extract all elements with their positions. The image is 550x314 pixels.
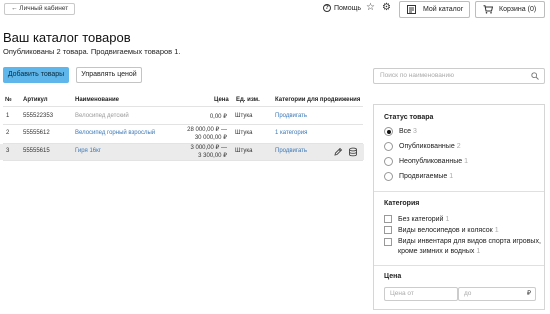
row-unit: Штука <box>235 130 253 136</box>
table-row[interactable]: 2 55555612 Велосипед горный взрослый 28 … <box>0 125 364 143</box>
catalog-icon <box>407 5 416 14</box>
row-name-link[interactable]: Гиря 16кг <box>75 148 101 154</box>
status-option-label: Опубликованные <box>399 143 455 150</box>
price-to-input[interactable]: до ₽ <box>458 287 536 301</box>
help-label: Помощь <box>334 4 362 12</box>
price-to-placeholder: до <box>464 290 472 297</box>
my-catalog-button[interactable]: Мой каталог <box>399 1 470 18</box>
status-option-unpublished[interactable]: Неопубликованные 1 <box>384 157 468 166</box>
category-option[interactable]: Без категорий 1 <box>384 215 449 223</box>
cart-label: Корзина (0) <box>499 6 537 13</box>
search-icon[interactable] <box>531 72 539 80</box>
column-header-name: Наименование <box>75 97 120 103</box>
search-input[interactable]: Поиск по наименованию <box>373 68 545 84</box>
status-option-all[interactable]: Все 3 <box>384 127 417 136</box>
category-option-count: 1 <box>476 248 481 255</box>
row-article: 55555612 <box>23 130 50 136</box>
add-products-button[interactable]: Добавить товары <box>3 67 69 83</box>
gear-icon[interactable]: ⚙ <box>382 2 391 13</box>
panel-divider <box>374 191 544 192</box>
row-name-link[interactable]: Велосипед детский <box>75 113 129 119</box>
cart-button[interactable]: Корзина (0) <box>475 1 545 18</box>
row-unit: Штука <box>235 113 253 119</box>
status-option-count: 1 <box>449 173 454 180</box>
coins-icon[interactable] <box>348 147 358 157</box>
currency-icon: ₽ <box>526 290 531 297</box>
row-unit: Штука <box>235 148 253 154</box>
column-header-price: Цена <box>214 97 229 103</box>
radio[interactable] <box>384 157 393 166</box>
star-icon[interactable]: ☆ <box>366 2 375 13</box>
table-header-divider <box>3 106 363 107</box>
status-filter-title: Статус товара <box>384 114 434 121</box>
back-to-account-button[interactable]: ← Личный кабинет <box>4 3 76 15</box>
status-option-label: Продвигаемые <box>399 173 448 180</box>
checkbox[interactable] <box>384 226 392 234</box>
column-header-unit: Ед. изм. <box>236 97 260 103</box>
column-header-article: Артикул <box>23 97 48 103</box>
category-option-label: Виды инвентаря для видов спорта игровых, <box>398 238 541 245</box>
promote-link[interactable]: Продвигать <box>275 148 307 154</box>
category-option-label: Без категорий <box>398 215 444 223</box>
row-name-link[interactable]: Велосипед горный взрослый <box>75 130 155 136</box>
row-price-to: 3 300,00 ₽ <box>198 153 227 159</box>
row-num: 1 <box>6 113 10 119</box>
pencil-icon[interactable] <box>333 147 343 157</box>
checkbox[interactable] <box>384 238 392 246</box>
row-article: 555522353 <box>23 113 54 119</box>
row-price: 0,00 ₽ <box>209 114 227 120</box>
status-option-published[interactable]: Опубликованные 2 <box>384 142 461 151</box>
price-filter-title: Цена <box>384 273 402 280</box>
row-article: 55555615 <box>23 148 50 154</box>
category-filter-title: Категория <box>384 200 420 207</box>
manage-price-button[interactable]: Управлять ценой <box>76 67 142 83</box>
category-option[interactable]: Виды инвентаря для видов спорта игровых,… <box>384 237 541 257</box>
category-option-label-cont: кроме зимних и водных <box>398 248 475 255</box>
category-count-link[interactable]: 1 категория <box>275 130 307 136</box>
row-num: 2 <box>6 130 10 136</box>
my-catalog-label: Мой каталог <box>423 6 464 13</box>
status-option-promoted[interactable]: Продвигаемые 1 <box>384 172 453 181</box>
category-option-count: 1 <box>494 226 499 234</box>
column-header-num: № <box>5 97 12 103</box>
page-title: Ваш каталог товаров <box>3 30 131 45</box>
category-option-count: 1 <box>445 215 450 223</box>
category-option[interactable]: Виды велосипедов и колясок 1 <box>384 226 499 234</box>
promote-link[interactable]: Продвигать <box>275 113 307 119</box>
panel-divider <box>374 265 544 266</box>
question-icon: ? <box>323 4 331 12</box>
radio-selected[interactable] <box>384 127 393 136</box>
status-option-label: Все <box>399 128 412 135</box>
help-link[interactable]: ? Помощь <box>323 4 361 12</box>
status-option-count: 2 <box>456 143 461 150</box>
row-divider <box>3 160 363 161</box>
row-price-from: 28 000,00 ₽ — <box>187 127 227 133</box>
row-price-from: 3 000,00 ₽ — <box>190 145 227 151</box>
cart-icon <box>483 5 493 14</box>
radio[interactable] <box>384 142 393 151</box>
table-row-hovered[interactable]: 3 55555615 Гиря 16кг 3 000,00 ₽ — 3 300,… <box>0 144 364 160</box>
status-option-label: Неопубликованные <box>399 158 463 165</box>
filter-panel: Статус товара Все 3 Опубликованные 2 Нео… <box>373 104 545 310</box>
row-price-to: 30 000,00 ₽ <box>194 135 227 141</box>
page-subtitle: Опубликованы 2 товара. Продвигаемых това… <box>3 47 181 56</box>
row-num: 3 <box>6 148 10 154</box>
radio[interactable] <box>384 172 393 181</box>
column-header-categories: Категории для продвижения <box>275 97 361 103</box>
checkbox[interactable] <box>384 215 392 223</box>
category-option-label: Виды велосипедов и колясок <box>398 226 493 234</box>
status-option-count: 3 <box>413 128 417 135</box>
status-option-count: 1 <box>464 158 468 165</box>
price-from-input[interactable]: Цена от <box>384 287 458 301</box>
table-row[interactable]: 1 555522353 Велосипед детский 0,00 ₽ Шту… <box>0 108 364 124</box>
